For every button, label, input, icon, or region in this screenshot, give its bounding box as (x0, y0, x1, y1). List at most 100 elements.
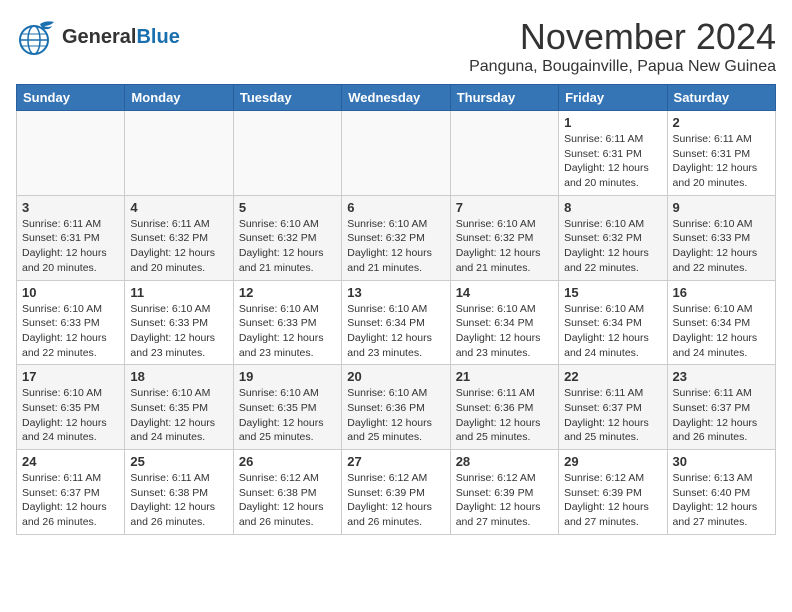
calendar-cell: 15 Sunrise: 6:10 AM Sunset: 6:34 PM Dayli… (559, 280, 667, 365)
day-info: Sunrise: 6:11 AM Sunset: 6:37 PM Dayligh… (673, 386, 770, 445)
calendar-cell: 19 Sunrise: 6:10 AM Sunset: 6:35 PM Dayli… (233, 365, 341, 450)
day-number: 22 (564, 369, 661, 384)
day-info: Sunrise: 6:10 AM Sunset: 6:34 PM Dayligh… (673, 302, 770, 361)
day-number: 19 (239, 369, 336, 384)
day-info: Sunrise: 6:13 AM Sunset: 6:40 PM Dayligh… (673, 471, 770, 530)
day-number: 20 (347, 369, 444, 384)
week-row-0: 1 Sunrise: 6:11 AM Sunset: 6:31 PM Daylig… (17, 111, 776, 196)
calendar-cell: 14 Sunrise: 6:10 AM Sunset: 6:34 PM Dayli… (450, 280, 558, 365)
day-info: Sunrise: 6:10 AM Sunset: 6:35 PM Dayligh… (22, 386, 119, 445)
calendar-cell: 10Sunrise: 6:10 AM Sunset: 6:33 PM Dayli… (17, 280, 125, 365)
day-info: Sunrise: 6:10 AM Sunset: 6:32 PM Dayligh… (239, 217, 336, 276)
header-day-tuesday: Tuesday (233, 85, 341, 111)
calendar-cell: 27 Sunrise: 6:12 AM Sunset: 6:39 PM Dayli… (342, 450, 450, 535)
day-info: Sunrise: 6:10 AM Sunset: 6:34 PM Dayligh… (456, 302, 553, 361)
calendar-cell: 29 Sunrise: 6:12 AM Sunset: 6:39 PM Dayli… (559, 450, 667, 535)
logo-general: General (62, 26, 136, 48)
day-info: Sunrise: 6:10 AM Sunset: 6:32 PM Dayligh… (456, 217, 553, 276)
calendar-cell: 12 Sunrise: 6:10 AM Sunset: 6:33 PM Dayli… (233, 280, 341, 365)
day-number: 4 (130, 200, 227, 215)
day-number: 8 (564, 200, 661, 215)
header-day-thursday: Thursday (450, 85, 558, 111)
day-info: Sunrise: 6:10 AM Sunset: 6:35 PM Dayligh… (239, 386, 336, 445)
day-number: 30 (673, 454, 770, 469)
day-info: Sunrise: 6:10 AM Sunset: 6:33 PM Dayligh… (239, 302, 336, 361)
day-info: Sunrise: 6:11 AM Sunset: 6:31 PM Dayligh… (564, 132, 661, 191)
calendar-cell: 20 Sunrise: 6:10 AM Sunset: 6:36 PM Dayli… (342, 365, 450, 450)
calendar-cell: 5 Sunrise: 6:10 AM Sunset: 6:32 PM Daylig… (233, 195, 341, 280)
month-title: November 2024 (469, 16, 776, 58)
calendar-cell: 21Sunrise: 6:11 AM Sunset: 6:36 PM Dayli… (450, 365, 558, 450)
day-info: Sunrise: 6:10 AM Sunset: 6:36 PM Dayligh… (347, 386, 444, 445)
page-header: GeneralBlue November 2024 Panguna, Bouga… (16, 16, 776, 76)
header-day-saturday: Saturday (667, 85, 775, 111)
week-row-3: 17 Sunrise: 6:10 AM Sunset: 6:35 PM Dayli… (17, 365, 776, 450)
calendar-cell: 7Sunrise: 6:10 AM Sunset: 6:32 PM Daylig… (450, 195, 558, 280)
calendar-cell: 13 Sunrise: 6:10 AM Sunset: 6:34 PM Dayli… (342, 280, 450, 365)
header-day-sunday: Sunday (17, 85, 125, 111)
week-row-2: 10 Sunrise: 6:10 AM Sunset: 6:33 PM Dayli… (17, 280, 776, 365)
calendar-cell: 4Sunrise: 6:11 AM Sunset: 6:32 PM Daylig… (125, 195, 233, 280)
day-number: 28 (456, 454, 553, 469)
calendar-cell (125, 111, 233, 196)
calendar-cell: 25Sunrise: 6:11 AM Sunset: 6:38 PM Dayli… (125, 450, 233, 535)
day-number: 12 (239, 285, 336, 300)
calendar-cell: 11 Sunrise: 6:10 AM Sunset: 6:33 PM Dayli… (125, 280, 233, 365)
day-number: 10 (22, 285, 119, 300)
calendar-cell: 26Sunrise: 6:12 AM Sunset: 6:38 PM Dayli… (233, 450, 341, 535)
logo-icon (16, 16, 58, 58)
day-number: 15 (564, 285, 661, 300)
logo-text: GeneralBlue (62, 26, 180, 48)
day-number: 24 (22, 454, 119, 469)
day-info: Sunrise: 6:10 AM Sunset: 6:32 PM Dayligh… (347, 217, 444, 276)
calendar-cell: 22 Sunrise: 6:11 AM Sunset: 6:37 PM Dayli… (559, 365, 667, 450)
day-info: Sunrise: 6:10 AM Sunset: 6:35 PM Dayligh… (130, 386, 227, 445)
day-info: Sunrise: 6:10 AM Sunset: 6:34 PM Dayligh… (564, 302, 661, 361)
calendar-cell: 24 Sunrise: 6:11 AM Sunset: 6:37 PM Dayli… (17, 450, 125, 535)
day-info: Sunrise: 6:11 AM Sunset: 6:38 PM Dayligh… (130, 471, 227, 530)
calendar-cell (342, 111, 450, 196)
calendar-cell: 8Sunrise: 6:10 AM Sunset: 6:32 PM Daylig… (559, 195, 667, 280)
day-number: 13 (347, 285, 444, 300)
calendar-cell: 16Sunrise: 6:10 AM Sunset: 6:34 PM Dayli… (667, 280, 775, 365)
day-info: Sunrise: 6:10 AM Sunset: 6:34 PM Dayligh… (347, 302, 444, 361)
calendar-cell: 1 Sunrise: 6:11 AM Sunset: 6:31 PM Daylig… (559, 111, 667, 196)
day-number: 6 (347, 200, 444, 215)
day-number: 9 (673, 200, 770, 215)
day-number: 18 (130, 369, 227, 384)
day-info: Sunrise: 6:11 AM Sunset: 6:31 PM Dayligh… (22, 217, 119, 276)
day-info: Sunrise: 6:11 AM Sunset: 6:37 PM Dayligh… (22, 471, 119, 530)
header-day-monday: Monday (125, 85, 233, 111)
calendar-header: SundayMondayTuesdayWednesdayThursdayFrid… (17, 85, 776, 111)
day-number: 29 (564, 454, 661, 469)
day-number: 11 (130, 285, 227, 300)
day-number: 21 (456, 369, 553, 384)
title-section: November 2024 Panguna, Bougainville, Pap… (469, 16, 776, 76)
location: Panguna, Bougainville, Papua New Guinea (469, 58, 776, 76)
day-number: 27 (347, 454, 444, 469)
day-number: 26 (239, 454, 336, 469)
day-info: Sunrise: 6:12 AM Sunset: 6:39 PM Dayligh… (347, 471, 444, 530)
day-number: 17 (22, 369, 119, 384)
day-info: Sunrise: 6:11 AM Sunset: 6:37 PM Dayligh… (564, 386, 661, 445)
logo: GeneralBlue (16, 16, 180, 58)
day-number: 23 (673, 369, 770, 384)
day-info: Sunrise: 6:10 AM Sunset: 6:33 PM Dayligh… (130, 302, 227, 361)
header-row: SundayMondayTuesdayWednesdayThursdayFrid… (17, 85, 776, 111)
calendar-table: SundayMondayTuesdayWednesdayThursdayFrid… (16, 84, 776, 535)
day-number: 1 (564, 115, 661, 130)
calendar-cell: 18 Sunrise: 6:10 AM Sunset: 6:35 PM Dayli… (125, 365, 233, 450)
calendar-cell: 6 Sunrise: 6:10 AM Sunset: 6:32 PM Daylig… (342, 195, 450, 280)
calendar-cell (233, 111, 341, 196)
week-row-4: 24 Sunrise: 6:11 AM Sunset: 6:37 PM Dayli… (17, 450, 776, 535)
calendar-cell: 28 Sunrise: 6:12 AM Sunset: 6:39 PM Dayli… (450, 450, 558, 535)
day-number: 3 (22, 200, 119, 215)
day-number: 5 (239, 200, 336, 215)
calendar-cell (17, 111, 125, 196)
calendar-body: 1 Sunrise: 6:11 AM Sunset: 6:31 PM Daylig… (17, 111, 776, 535)
calendar-cell: 2Sunrise: 6:11 AM Sunset: 6:31 PM Daylig… (667, 111, 775, 196)
day-number: 14 (456, 285, 553, 300)
day-number: 2 (673, 115, 770, 130)
day-info: Sunrise: 6:12 AM Sunset: 6:39 PM Dayligh… (564, 471, 661, 530)
day-info: Sunrise: 6:12 AM Sunset: 6:39 PM Dayligh… (456, 471, 553, 530)
